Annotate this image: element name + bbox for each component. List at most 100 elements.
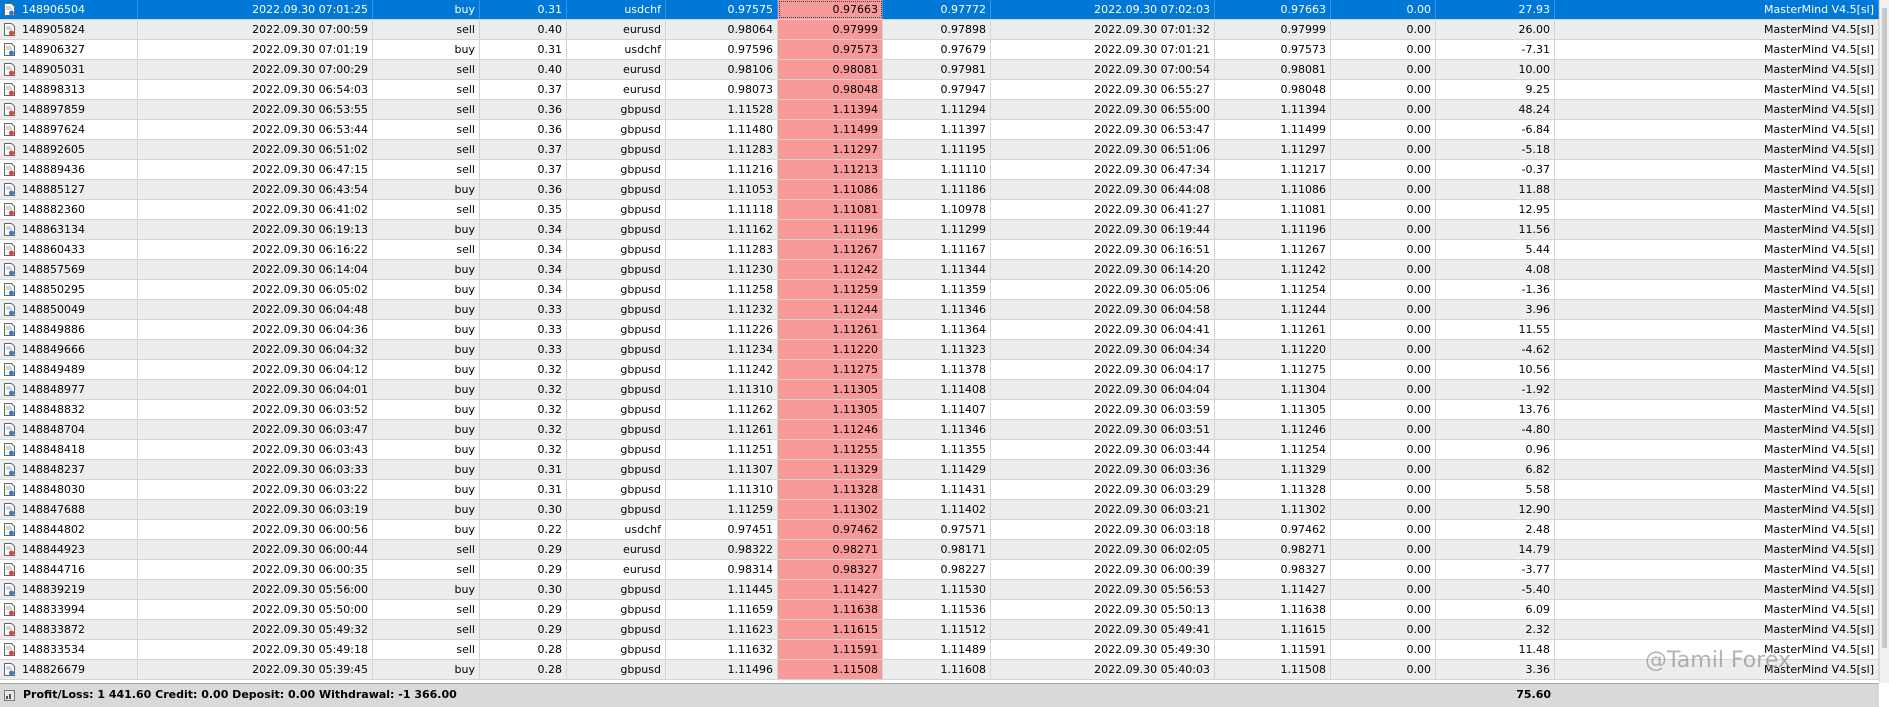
ticket-text: 148848977 [22,383,85,396]
cell-ticket: 148849489 [0,360,138,379]
cell-profit: 26.00 [1436,20,1555,39]
cell-symbol: gbpusd [567,140,666,159]
cell-close-price: 1.11508 [1215,660,1331,679]
cell-type: buy [373,280,480,299]
buy-order-icon [4,323,15,336]
table-row[interactable]: 148833994 2022.09.30 05:50:00 sell 0.29 gbpu… [0,600,1879,620]
ticket-text: 148906327 [22,43,85,56]
cell-volume: 0.36 [480,120,567,139]
cell-symbol: gbpusd [567,260,666,279]
cell-symbol: usdchf [567,40,666,59]
cell-comment: MasterMind V4.5[sl] [1555,540,1879,559]
cell-take-profit: 1.11378 [883,360,991,379]
cell-comment: MasterMind V4.5[sl] [1555,0,1879,19]
table-row[interactable]: 148889436 2022.09.30 06:47:15 sell 0.37 gbpu… [0,160,1879,180]
table-row[interactable]: 148905031 2022.09.30 07:00:29 sell 0.40 euru… [0,60,1879,80]
cell-profit: 14.79 [1436,540,1555,559]
ticket-text: 148885127 [22,183,85,196]
table-row[interactable]: 148906504 2022.09.30 07:01:25 buy 0.31 usdch… [0,0,1879,20]
table-row[interactable]: 148848030 2022.09.30 06:03:22 buy 0.31 gbpus… [0,480,1879,500]
cell-ticket: 148849886 [0,320,138,339]
cell-take-profit: 1.11195 [883,140,991,159]
table-row[interactable]: 148844802 2022.09.30 06:00:56 buy 0.22 usdch… [0,520,1879,540]
table-row[interactable]: 148849886 2022.09.30 06:04:36 buy 0.33 gbpus… [0,320,1879,340]
cell-profit: -5.40 [1436,580,1555,599]
table-row[interactable]: 148906327 2022.09.30 07:01:19 buy 0.31 usdch… [0,40,1879,60]
cell-open-price: 1.11053 [666,180,778,199]
cell-open-time: 2022.09.30 07:01:25 [138,0,373,19]
cell-take-profit: 1.11429 [883,460,991,479]
cell-profit: 2.32 [1436,620,1555,639]
cell-type: sell [373,240,480,259]
cell-volume: 0.29 [480,540,567,559]
cell-close-time: 2022.09.30 06:02:05 [991,540,1215,559]
table-row[interactable]: 148892605 2022.09.30 06:51:02 sell 0.37 gbpu… [0,140,1879,160]
cell-open-price: 1.11283 [666,140,778,159]
table-row[interactable]: 148826679 2022.09.30 05:39:45 buy 0.28 gbpus… [0,660,1879,680]
cell-symbol: gbpusd [567,220,666,239]
ticket-text: 148833994 [22,603,85,616]
cell-ticket: 148844716 [0,560,138,579]
cell-type: buy [373,400,480,419]
sell-order-icon [4,643,15,656]
cell-open-time: 2022.09.30 06:03:22 [138,480,373,499]
table-row[interactable]: 148850295 2022.09.30 06:05:02 buy 0.34 gbpus… [0,280,1879,300]
table-row[interactable]: 148844923 2022.09.30 06:00:44 sell 0.29 euru… [0,540,1879,560]
cell-comment: MasterMind V4.5[sl] [1555,280,1879,299]
cell-open-price: 1.11496 [666,660,778,679]
cell-close-price: 1.11499 [1215,120,1331,139]
cell-swap: 0.00 [1331,0,1436,19]
table-row[interactable]: 148857569 2022.09.30 06:14:04 buy 0.34 gbpus… [0,260,1879,280]
table-row[interactable]: 148839219 2022.09.30 05:56:00 buy 0.30 gbpus… [0,580,1879,600]
scrollbar-thumb[interactable] [1882,8,1887,648]
cell-type: sell [373,120,480,139]
table-row[interactable]: 148860433 2022.09.30 06:16:22 sell 0.34 gbpu… [0,240,1879,260]
table-row[interactable]: 148897859 2022.09.30 06:53:55 sell 0.36 gbpu… [0,100,1879,120]
cell-volume: 0.32 [480,400,567,419]
table-row[interactable]: 148848832 2022.09.30 06:03:52 buy 0.32 gbpus… [0,400,1879,420]
cell-stop-loss: 1.11329 [778,460,883,479]
cell-comment: MasterMind V4.5[sl] [1555,80,1879,99]
table-row[interactable]: 148905824 2022.09.30 07:00:59 sell 0.40 euru… [0,20,1879,40]
table-row[interactable]: 148898313 2022.09.30 06:54:03 sell 0.37 euru… [0,80,1879,100]
cell-ticket: 148889436 [0,160,138,179]
vertical-scrollbar[interactable] [1879,0,1889,683]
table-row[interactable]: 148848418 2022.09.30 06:03:43 buy 0.32 gbpus… [0,440,1879,460]
table-row[interactable]: 148849666 2022.09.30 06:04:32 buy 0.33 gbpus… [0,340,1879,360]
cell-profit: -0.37 [1436,160,1555,179]
cell-open-time: 2022.09.30 06:03:43 [138,440,373,459]
table-row[interactable]: 148844716 2022.09.30 06:00:35 sell 0.29 euru… [0,560,1879,580]
cell-open-time: 2022.09.30 06:05:02 [138,280,373,299]
table-row[interactable]: 148882360 2022.09.30 06:41:02 sell 0.35 gbpu… [0,200,1879,220]
table-row[interactable]: 148863134 2022.09.30 06:19:13 buy 0.34 gbpus… [0,220,1879,240]
cell-symbol: gbpusd [567,640,666,659]
table-row[interactable]: 148848977 2022.09.30 06:04:01 buy 0.32 gbpus… [0,380,1879,400]
cell-take-profit: 1.11608 [883,660,991,679]
cell-symbol: gbpusd [567,240,666,259]
cell-profit: -6.84 [1436,120,1555,139]
cell-type: buy [373,480,480,499]
table-row[interactable]: 148848704 2022.09.30 06:03:47 buy 0.32 gbpus… [0,420,1879,440]
cell-open-price: 1.11480 [666,120,778,139]
cell-close-price: 1.11302 [1215,500,1331,519]
cell-take-profit: 0.98227 [883,560,991,579]
cell-stop-loss: 1.11638 [778,600,883,619]
table-row[interactable]: 148885127 2022.09.30 06:43:54 buy 0.36 gbpus… [0,180,1879,200]
table-row[interactable]: 148833534 2022.09.30 05:49:18 sell 0.28 gbpu… [0,640,1879,660]
table-row[interactable]: 148833872 2022.09.30 05:49:32 sell 0.29 gbpu… [0,620,1879,640]
buy-order-icon [4,283,15,296]
cell-stop-loss: 1.11427 [778,580,883,599]
table-row[interactable]: 148897624 2022.09.30 06:53:44 sell 0.36 gbpu… [0,120,1879,140]
table-row[interactable]: 148849489 2022.09.30 06:04:12 buy 0.32 gbpus… [0,360,1879,380]
cell-symbol: gbpusd [567,580,666,599]
table-row[interactable]: 148848237 2022.09.30 06:03:33 buy 0.31 gbpus… [0,460,1879,480]
cell-close-time: 2022.09.30 05:50:13 [991,600,1215,619]
ticket-text: 148826679 [22,663,85,676]
ticket-text: 148906504 [22,3,85,16]
cell-swap: 0.00 [1331,580,1436,599]
table-row[interactable]: 148850049 2022.09.30 06:04:48 buy 0.33 gbpus… [0,300,1879,320]
table-row[interactable]: 148847688 2022.09.30 06:03:19 buy 0.30 gbpus… [0,500,1879,520]
cell-close-price: 1.11220 [1215,340,1331,359]
cell-swap: 0.00 [1331,440,1436,459]
cell-take-profit: 1.11536 [883,600,991,619]
